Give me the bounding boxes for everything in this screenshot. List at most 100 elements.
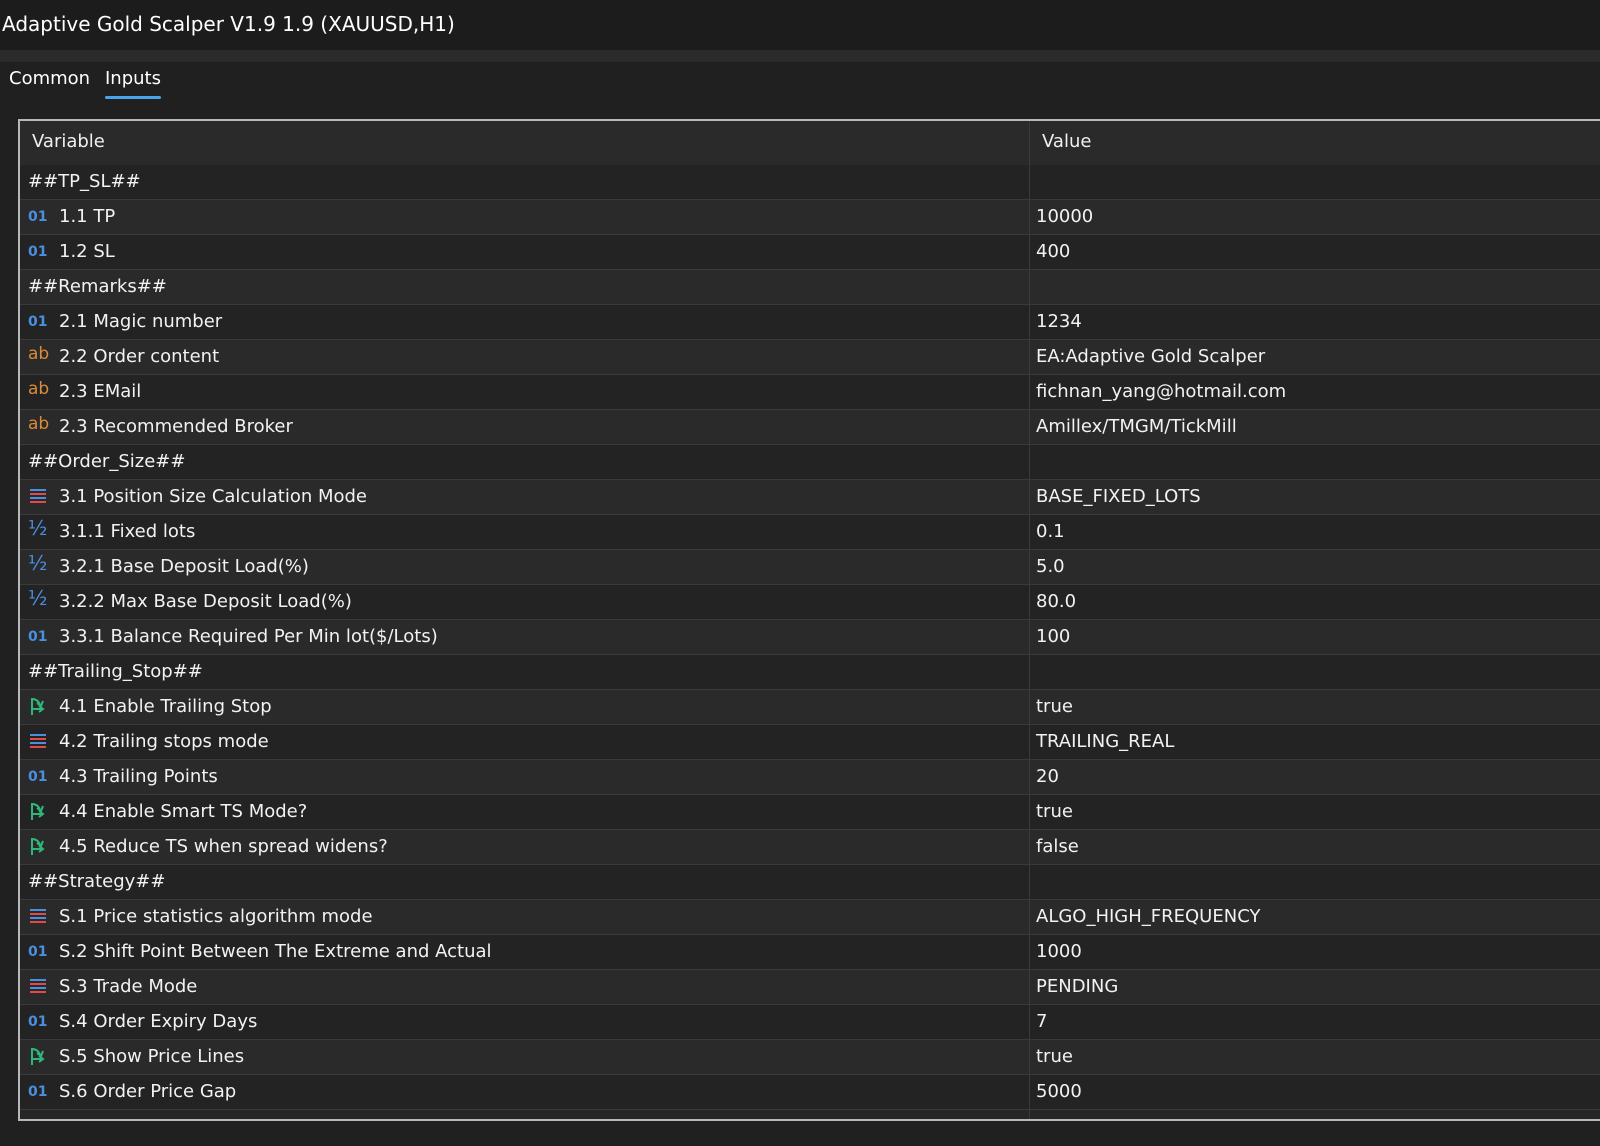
group-header-row[interactable]: ##Trailing_Stop##	[20, 655, 1600, 690]
group-header-row[interactable]: ##Strategy##	[20, 865, 1600, 900]
variable-value[interactable]: false	[1036, 836, 1079, 857]
inputs-grid: Variable Value ##TP_SL## 01 1.1 TP 10000 01 1…	[18, 119, 1600, 1121]
input-row[interactable]: ½ 3.1.1 Fixed lots 0.1	[20, 515, 1600, 550]
variable-value[interactable]: PENDING	[1036, 976, 1118, 997]
int-icon: 01	[28, 1084, 48, 1100]
input-row[interactable]: 01 S.4 Order Expiry Days 7	[20, 1005, 1600, 1040]
input-row[interactable]: 4.5 Reduce TS when spread widens? false	[20, 830, 1600, 865]
group-header-row[interactable]: ##TP_SL##	[20, 165, 1600, 200]
variable-name: 3.1.1 Fixed lots	[59, 521, 196, 542]
input-row[interactable]: S.3 Trade Mode PENDING	[20, 970, 1600, 1005]
string-icon: ab	[28, 414, 50, 434]
variable-name: S.6 Order Price Gap	[59, 1081, 237, 1102]
column-divider[interactable]	[1029, 121, 1030, 1119]
variable-name: 2.3 Recommended Broker	[59, 416, 293, 437]
variable-name: S.4 Order Expiry Days	[59, 1011, 258, 1032]
input-row[interactable]: ab 2.3 Recommended Broker Amillex/TMGM/Tic…	[20, 410, 1600, 445]
double-icon: ½	[28, 516, 48, 540]
enum-icon	[28, 732, 50, 752]
active-tab-indicator	[105, 96, 161, 99]
group-header-row[interactable]: ##Order_Size##	[20, 445, 1600, 480]
variable-value[interactable]: ALGO_HIGH_FREQUENCY	[1036, 906, 1260, 927]
enum-icon	[28, 907, 50, 927]
int-icon: 01	[28, 1014, 48, 1030]
tab-bar: Common Inputs	[0, 62, 1600, 118]
variable-name: S.3 Trade Mode	[59, 976, 198, 997]
input-row[interactable]: 01 S.2 Shift Point Between The Extreme an…	[20, 935, 1600, 970]
tab-common[interactable]: Common	[9, 68, 90, 89]
variable-name: 2.1 Magic number	[59, 311, 223, 332]
title-separator	[0, 50, 1600, 62]
variable-name: ##Order_Size##	[28, 451, 186, 472]
tab-inputs[interactable]: Inputs	[105, 68, 161, 99]
variable-name: ##Remarks##	[28, 276, 167, 297]
variable-value[interactable]: 10000	[1036, 206, 1093, 227]
bool-icon	[28, 695, 50, 715]
string-icon: ab	[28, 344, 50, 364]
variable-value[interactable]: true	[1036, 696, 1073, 717]
tab-common-label: Common	[9, 68, 91, 89]
variable-value[interactable]: true	[1036, 801, 1073, 822]
input-row[interactable]: 01 1.1 TP 10000	[20, 200, 1600, 235]
variable-value[interactable]: 0.1	[1036, 521, 1065, 542]
input-row[interactable]: 01 1.2 SL 400	[20, 235, 1600, 270]
bool-icon	[28, 800, 50, 820]
input-row[interactable]: 01 4.3 Trailing Points 20	[20, 760, 1600, 795]
variable-value[interactable]: fichnan_yang@hotmail.com	[1036, 381, 1286, 402]
variable-value[interactable]: Amillex/TMGM/TickMill	[1036, 416, 1237, 437]
int-icon: 01	[28, 944, 48, 960]
group-header-row[interactable]: ##Remarks##	[20, 270, 1600, 305]
input-row[interactable]: S.1 Price statistics algorithm mode ALGO_…	[20, 900, 1600, 935]
variable-value[interactable]: 5000	[1036, 1081, 1082, 1102]
variable-name: 4.4 Enable Smart TS Mode?	[59, 801, 308, 822]
input-row[interactable]: ½ 3.2.1 Base Deposit Load(%) 5.0	[20, 550, 1600, 585]
variable-value[interactable]: 20	[1036, 766, 1059, 787]
input-row[interactable]: ½ 3.2.2 Max Base Deposit Load(%) 80.0	[20, 585, 1600, 620]
variable-name: 3.2.1 Base Deposit Load(%)	[59, 556, 309, 577]
variable-value[interactable]: 1234	[1036, 311, 1082, 332]
variable-value[interactable]: BASE_FIXED_LOTS	[1036, 486, 1201, 507]
variable-value[interactable]: 7	[1036, 1011, 1047, 1032]
variable-name: 3.3.1 Balance Required Per Min lot($/Lot…	[59, 626, 438, 647]
window-title: Adaptive Gold Scalper V1.9 1.9 (XAUUSD,H…	[2, 12, 455, 36]
int-icon: 01	[28, 769, 48, 785]
column-header-variable[interactable]: Variable	[32, 131, 105, 152]
input-row[interactable]: S.5 Show Price Lines true	[20, 1040, 1600, 1075]
input-row[interactable]: 3.1 Position Size Calculation Mode BASE_F…	[20, 480, 1600, 515]
column-header-value[interactable]: Value	[1042, 131, 1091, 152]
tab-inputs-label: Inputs	[105, 68, 161, 89]
input-row[interactable]: 4.1 Enable Trailing Stop true	[20, 690, 1600, 725]
input-row[interactable]: 4.2 Trailing stops mode TRAILING_REAL	[20, 725, 1600, 760]
variable-value[interactable]: TRAILING_REAL	[1036, 731, 1174, 752]
variable-name: 3.1 Position Size Calculation Mode	[59, 486, 368, 507]
variable-name: ##Strategy##	[28, 871, 166, 892]
variable-value[interactable]: EA:Adaptive Gold Scalper	[1036, 346, 1265, 367]
input-row[interactable]: 01 2.1 Magic number 1234	[20, 305, 1600, 340]
variable-value[interactable]: 100	[1036, 626, 1070, 647]
variable-name: 3.2.2 Max Base Deposit Load(%)	[59, 591, 352, 612]
variable-name: S.5 Show Price Lines	[59, 1046, 245, 1067]
input-row[interactable]: 01 3.3.1 Balance Required Per Min lot($/L…	[20, 620, 1600, 655]
variable-name: 4.5 Reduce TS when spread widens?	[59, 836, 388, 857]
variable-name: 2.3 EMail	[59, 381, 142, 402]
input-row[interactable]: 01 S.6 Order Price Gap 5000	[20, 1075, 1600, 1110]
enum-icon	[28, 487, 50, 507]
variable-value[interactable]: 400	[1036, 241, 1070, 262]
variable-name: ##TP_SL##	[28, 171, 141, 192]
string-icon: ab	[28, 379, 50, 399]
double-icon: ½	[28, 551, 48, 575]
variable-name: ##Trailing_Stop##	[28, 661, 203, 682]
variable-value[interactable]: true	[1036, 1046, 1073, 1067]
double-icon: ½	[28, 586, 48, 610]
title-bar: Adaptive Gold Scalper V1.9 1.9 (XAUUSD,H…	[0, 0, 1600, 50]
variable-name: S.1 Price statistics algorithm mode	[59, 906, 373, 927]
input-row[interactable]: 4.4 Enable Smart TS Mode? true	[20, 795, 1600, 830]
variable-name: 2.2 Order content	[59, 346, 220, 367]
int-icon: 01	[28, 629, 48, 645]
grid-header: Variable Value	[20, 121, 1600, 166]
variable-value[interactable]: 1000	[1036, 941, 1082, 962]
input-row[interactable]: ab 2.2 Order content EA:Adaptive Gold Scal…	[20, 340, 1600, 375]
input-row[interactable]: ab 2.3 EMail fichnan_yang@hotmail.com	[20, 375, 1600, 410]
variable-value[interactable]: 80.0	[1036, 591, 1076, 612]
variable-value[interactable]: 5.0	[1036, 556, 1065, 577]
